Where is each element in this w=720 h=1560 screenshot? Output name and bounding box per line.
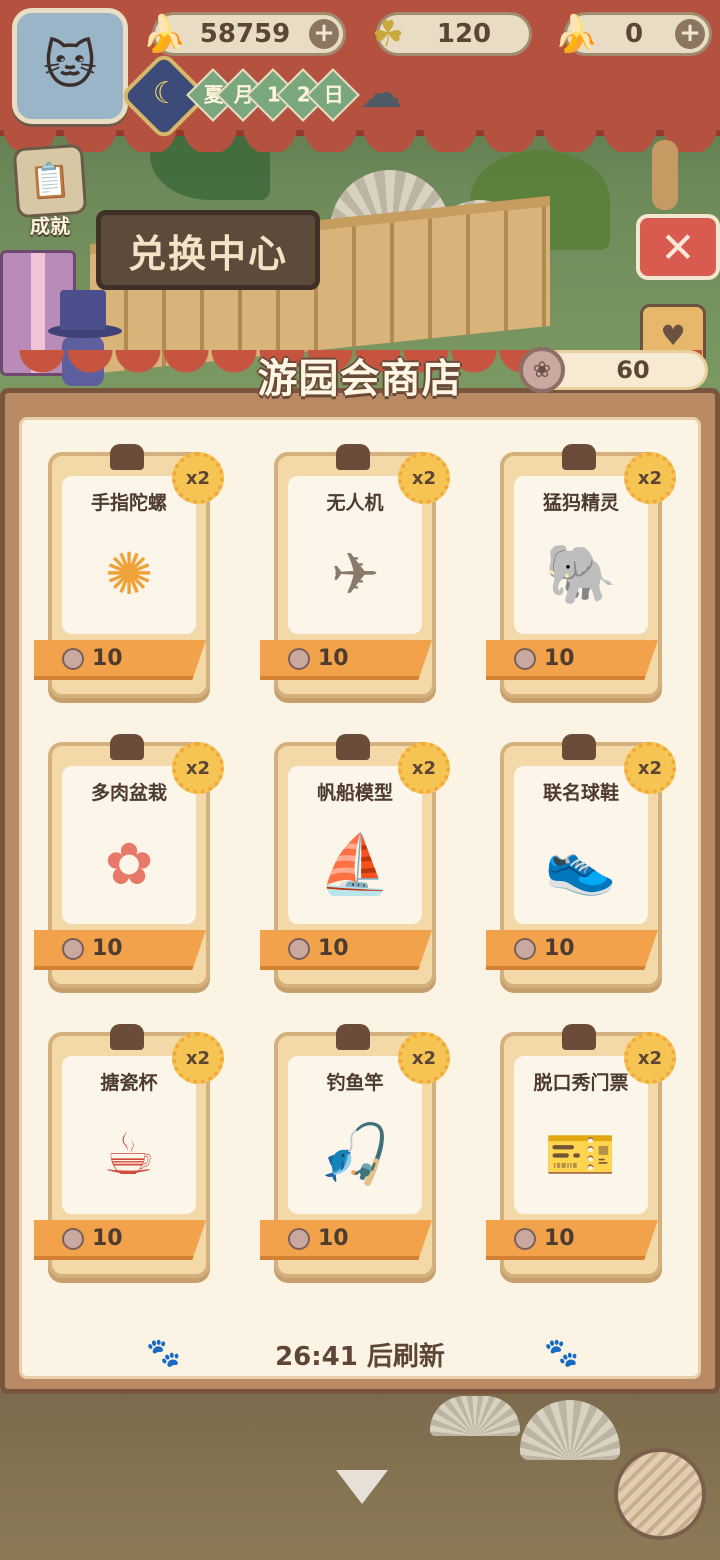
quantity-badge: x2 [172,742,224,794]
clover-icon: ☘ [371,13,405,55]
sailboat-icon: ⛵ [318,829,392,898]
coin-icon [514,938,536,960]
item-price-tag[interactable]: 10 [486,640,658,680]
show-ticket-icon: 🎫 [544,1119,618,1188]
blue-banana-counter: 🍌 0 + [554,12,712,56]
shop-item-card[interactable]: 多肉盆栽 ✿ x2 10 [34,734,224,988]
item-price: 10 [318,936,349,961]
shop-item-card[interactable]: 联名球鞋 👟 x2 10 [486,734,676,988]
banana-counter: 🍌 58759 + [142,12,346,56]
blue-banana-icon: 🍌 [553,14,599,55]
yarn-ball-icon[interactable] [614,1448,706,1540]
shop-item-card[interactable]: 无人机 ✈ x2 10 [260,444,450,698]
item-price: 10 [544,1226,575,1251]
quantity-badge: x2 [398,1032,450,1084]
coin-icon [514,648,536,670]
clover-counter: ☘ 120 [372,12,532,56]
enamel-mug-icon: ☕ [103,1120,155,1188]
coin-icon [288,938,310,960]
pin-icon [110,444,144,470]
paw-icon: 🐾 [544,1336,579,1369]
quantity-badge: x2 [624,452,676,504]
item-price: 10 [544,646,575,671]
blue-banana-amount: 0 [624,19,644,49]
drone-icon: ✈ [330,540,380,608]
shop-item-card[interactable]: 钓鱼竿 🎣 x2 10 [260,1024,450,1278]
pin-icon [562,1024,596,1050]
item-price: 10 [92,1226,123,1251]
item-price: 10 [318,646,349,671]
item-price-tag[interactable]: 10 [34,930,206,970]
clipboard-icon: 📋 [12,143,88,219]
item-price-tag[interactable]: 10 [260,640,432,680]
player-avatar[interactable]: 🐱 [12,8,128,124]
add-blue-bananas-button[interactable]: + [675,19,705,49]
shop-item-card[interactable]: 脱口秀门票 🎫 x2 10 [486,1024,676,1278]
banana-amount: 58759 [199,19,291,49]
quantity-badge: x2 [398,742,450,794]
item-price-tag[interactable]: 10 [486,930,658,970]
cat-avatar-icon: 🐱 [42,36,98,96]
item-price-tag[interactable]: 10 [486,1220,658,1260]
shop-currency-counter: ❀ 60 [519,347,708,393]
rain-cloud-icon[interactable]: ☁ [360,68,402,117]
shop-currency-amount: 60 [616,356,650,384]
shop-item-card[interactable]: 搪瓷杯 ☕ x2 10 [34,1024,224,1278]
festival-coin-icon: ❀ [519,347,565,393]
close-icon: ✕ [660,222,696,272]
pin-icon [110,734,144,760]
item-price: 10 [92,936,123,961]
item-price-tag[interactable]: 10 [34,640,206,680]
quantity-badge: x2 [172,1032,224,1084]
mammoth-spirit-icon: 🐘 [544,539,618,608]
item-price: 10 [544,936,575,961]
clover-amount: 120 [436,19,492,49]
coin-icon [62,1228,84,1250]
coin-icon [62,938,84,960]
quantity-badge: x2 [624,742,676,794]
item-price: 10 [318,1226,349,1251]
fidget-spinner-icon: ✺ [104,540,154,608]
close-button[interactable]: ✕ [636,214,720,280]
succulent-pot-icon: ✿ [104,830,154,898]
quantity-badge: x2 [624,1032,676,1084]
pin-icon [336,444,370,470]
coin-icon [514,1228,536,1250]
add-bananas-button[interactable]: + [309,19,339,49]
pin-icon [110,1024,144,1050]
item-price-tag[interactable]: 10 [260,1220,432,1260]
refresh-timer: 26:41 后刷新 [275,1342,445,1372]
pin-icon [336,734,370,760]
item-price-tag[interactable]: 10 [34,1220,206,1260]
pin-icon [562,734,596,760]
shop-item-card[interactable]: 手指陀螺 ✺ x2 10 [34,444,224,698]
coin-icon [288,1228,310,1250]
pin-icon [336,1024,370,1050]
quantity-badge: x2 [398,452,450,504]
down-arrow-icon [336,1470,388,1504]
sneaker-icon: 👟 [544,829,618,898]
achievement-button[interactable]: 📋 成就 [10,143,90,238]
exchange-center-label: 兑换中心 [127,231,288,276]
quantity-badge: x2 [172,452,224,504]
fishing-rod-icon: 🎣 [318,1119,392,1188]
item-price: 10 [92,646,123,671]
coin-icon [62,648,84,670]
pin-icon [562,444,596,470]
exchange-center-sign[interactable]: 兑换中心 [96,210,320,290]
coin-icon [288,648,310,670]
rope-decoration [652,140,678,210]
item-price-tag[interactable]: 10 [260,930,432,970]
shop-item-card[interactable]: 猛犸精灵 🐘 x2 10 [486,444,676,698]
shop-item-card[interactable]: 帆船模型 ⛵ x2 10 [260,734,450,988]
banana-icon: 🍌 [141,14,187,55]
